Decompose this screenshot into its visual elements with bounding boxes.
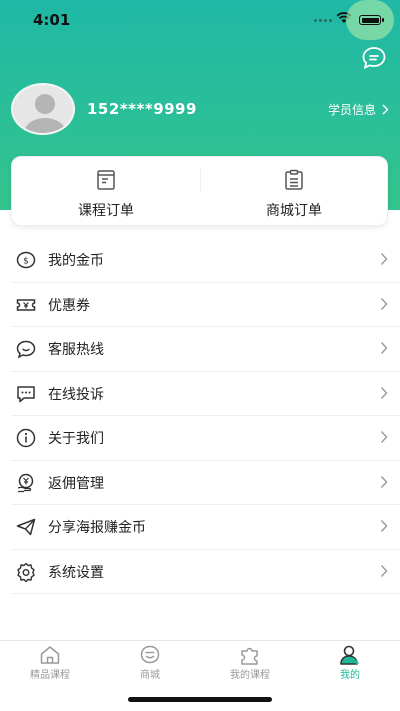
chevron-right-icon — [380, 253, 388, 265]
menu-label: 系统设置 — [48, 564, 104, 581]
chevron-right-icon — [382, 104, 389, 115]
user-phone: 152****9999 — [87, 100, 197, 118]
tab-label: 我的课程 — [230, 670, 270, 681]
menu-item-my-coins[interactable]: $ 我的金币 — [11, 238, 400, 283]
chevron-right-icon — [380, 475, 388, 488]
course-order-button[interactable]: 课程订单 — [12, 157, 200, 227]
chat-bubble-icon — [16, 340, 36, 359]
tab-my-courses[interactable]: 我的课程 — [200, 641, 300, 691]
course-order-label: 课程订单 — [78, 203, 134, 219]
chevron-right-icon — [380, 342, 388, 354]
tab-label: 我的 — [340, 670, 360, 681]
menu-list: $ 我的金币 优惠券 客服热线 在线投诉 关于我们 返佣管理 分享海报赚金币 系… — [0, 238, 400, 594]
share-send-icon — [16, 518, 36, 536]
chevron-right-icon — [380, 564, 388, 577]
status-time: 4:01 — [33, 11, 71, 29]
tab-featured-courses[interactable]: 精品课程 — [0, 641, 100, 691]
menu-item-about-us[interactable]: 关于我们 — [11, 416, 400, 461]
chevron-right-icon — [380, 431, 388, 443]
menu-item-system-settings[interactable]: 系统设置 — [11, 550, 400, 594]
mall-order-button[interactable]: 商城订单 — [200, 157, 388, 227]
commission-icon — [17, 473, 34, 492]
status-bar: 4:01 — [0, 0, 400, 40]
settings-gear-icon — [17, 562, 35, 582]
menu-item-commission-management[interactable]: 返佣管理 — [11, 461, 400, 505]
puzzle-icon — [241, 647, 258, 665]
tab-me[interactable]: 我的 — [300, 641, 400, 691]
message-icon[interactable] — [361, 46, 387, 70]
menu-item-share-poster[interactable]: 分享海报赚金币 — [11, 505, 400, 550]
tab-label: 商城 — [140, 670, 160, 681]
order-card: 课程订单 商城订单 — [11, 156, 388, 226]
menu-item-customer-hotline[interactable]: 客服热线 — [11, 327, 400, 372]
home-icon — [40, 646, 60, 664]
info-icon — [16, 428, 36, 448]
chevron-right-icon — [380, 297, 388, 310]
mall-order-label: 商城订单 — [266, 203, 322, 219]
battery-icon — [359, 15, 384, 25]
home-indicator — [128, 697, 272, 702]
student-info-label: 学员信息 — [327, 103, 376, 117]
student-info-link[interactable]: 学员信息 — [328, 101, 389, 118]
course-order-icon — [97, 170, 115, 190]
menu-label: 关于我们 — [48, 431, 104, 447]
mall-order-icon — [285, 169, 303, 190]
signal-icon — [314, 19, 332, 22]
menu-label: 返佣管理 — [48, 475, 104, 492]
smile-mall-icon — [140, 645, 160, 664]
avatar[interactable] — [11, 83, 75, 135]
svg-text:$: $ — [23, 257, 29, 267]
tab-mall[interactable]: 商城 — [100, 641, 200, 691]
chevron-right-icon — [380, 386, 388, 399]
menu-label: 客服热线 — [48, 342, 104, 358]
complaint-icon — [17, 385, 35, 402]
tab-label: 精品课程 — [30, 670, 70, 681]
user-silhouette-icon — [24, 94, 66, 133]
coin-icon: $ — [16, 251, 36, 269]
menu-item-online-complaint[interactable]: 在线投诉 — [11, 372, 400, 416]
chevron-right-icon — [380, 520, 388, 532]
profile-icon — [340, 645, 359, 665]
menu-label: 我的金币 — [48, 253, 104, 269]
menu-label: 在线投诉 — [48, 386, 104, 403]
coupon-icon — [16, 298, 36, 311]
menu-label: 分享海报赚金币 — [48, 520, 146, 536]
menu-item-coupons[interactable]: 优惠券 — [11, 283, 400, 327]
menu-label: 优惠券 — [48, 297, 90, 314]
